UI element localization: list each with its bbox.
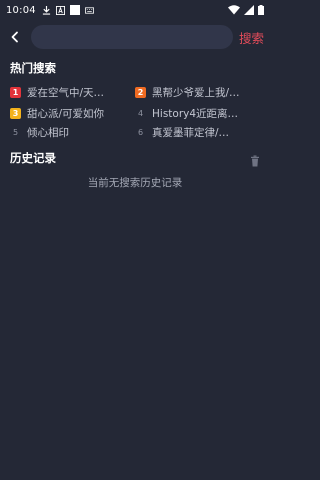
rank-number: 5	[12, 127, 19, 137]
hot-item-2[interactable]: 2 黑帮少爷爱上我/…	[135, 84, 263, 100]
clear-history-button[interactable]	[250, 152, 260, 167]
battery-icon	[258, 5, 264, 15]
hot-item-5[interactable]: 5 倾心相印	[10, 124, 128, 140]
hot-item-label: 爱在空气中/天…	[27, 86, 105, 99]
hot-item-1[interactable]: 1 爱在空气中/天…	[10, 84, 128, 100]
status-bar: 10:04	[0, 0, 270, 20]
hot-item-label: History4近距离…	[152, 107, 239, 120]
history-title: 历史记录	[10, 151, 56, 165]
search-bar: 搜索	[0, 24, 270, 50]
search-button[interactable]: 搜索	[239, 24, 264, 50]
hot-item-label: 真爱墨菲定律/…	[152, 126, 230, 139]
hot-item-3[interactable]: 3 甜心派/可爱如你	[10, 105, 128, 121]
signal-icon	[244, 5, 254, 15]
wifi-icon	[228, 5, 240, 15]
back-arrow-icon	[11, 31, 18, 43]
keyboard-icon	[84, 6, 94, 14]
system-icons	[228, 5, 264, 15]
rank-badge: 2	[135, 86, 146, 98]
hot-item-4[interactable]: 4 History4近距离…	[135, 105, 263, 121]
hot-item-label: 黑帮少爷爱上我/…	[152, 86, 240, 99]
rank-badge: 3	[10, 107, 21, 119]
history-empty-message: 当前无搜索历史记录	[87, 177, 183, 189]
back-button[interactable]	[0, 24, 30, 50]
download-icon	[42, 5, 50, 15]
rank-number: 6	[137, 127, 144, 137]
trash-icon	[251, 155, 259, 167]
hot-item-label: 倾心相印	[27, 126, 69, 139]
app-square-icon	[69, 5, 80, 15]
rank-number: 4	[137, 108, 144, 118]
app-a-icon	[55, 5, 65, 15]
notification-icons	[42, 5, 94, 15]
hot-item-label: 甜心派/可爱如你	[27, 107, 105, 120]
hot-item-6[interactable]: 6 真爱墨菲定律/…	[135, 124, 263, 140]
search-input[interactable]	[31, 25, 233, 49]
hot-search-title: 热门搜索	[10, 61, 56, 75]
status-time: 10:04	[6, 4, 36, 16]
rank-badge: 1	[10, 86, 21, 98]
